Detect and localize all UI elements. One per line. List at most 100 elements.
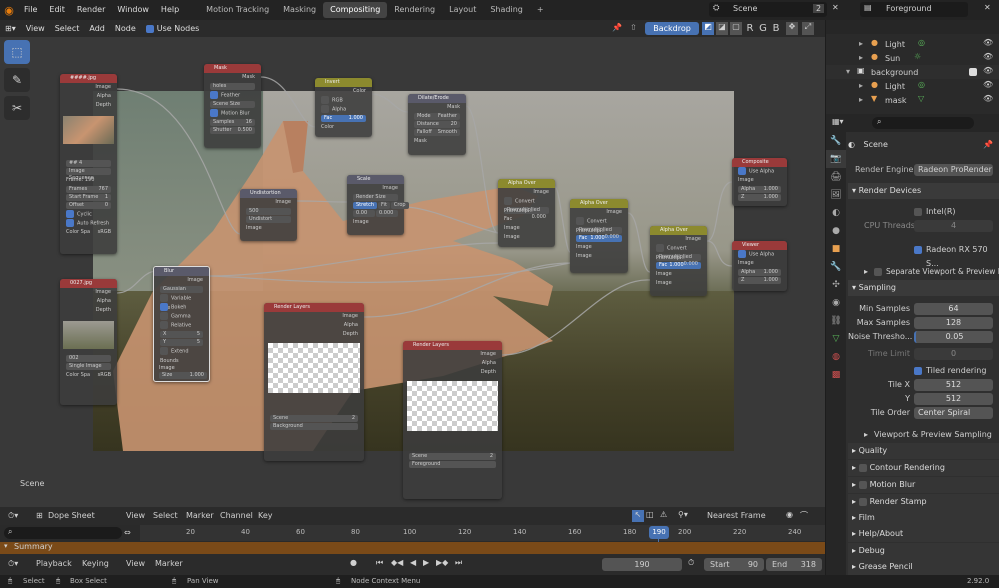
- properties-search-input[interactable]: ⌕: [872, 117, 974, 129]
- blur-node-type[interactable]: Gaussian: [160, 286, 203, 293]
- alpha-over-node-3-fac[interactable]: 1.000: [669, 262, 683, 269]
- mode-icon[interactable]: ⊞: [36, 511, 43, 520]
- backdrop-button[interactable]: Backdrop: [645, 22, 699, 35]
- composite-node-z[interactable]: 1.000: [764, 194, 778, 201]
- image-node-2-title[interactable]: 0027.jpg: [60, 279, 117, 288]
- editor-type-icon[interactable]: ⏱▾: [8, 559, 18, 569]
- render-engine-dropdown[interactable]: Radeon ProRender: [914, 164, 993, 176]
- next-keyframe-icon[interactable]: ▶◆: [436, 558, 448, 567]
- dope-sheet-mode[interactable]: Dope Sheet: [48, 511, 95, 520]
- menu-window[interactable]: Window: [111, 0, 155, 20]
- material-tab-icon[interactable]: ◍: [826, 348, 846, 366]
- scale-node-crop[interactable]: Crop: [390, 202, 409, 209]
- cut-links-tool-icon[interactable]: ✂: [4, 96, 30, 120]
- play-reverse-icon[interactable]: ◀: [410, 558, 416, 567]
- image-node-1-colorspace[interactable]: sRGB: [98, 228, 111, 237]
- view-layer-selector[interactable]: ▤ Foreground: [860, 2, 968, 17]
- image-node-1-title[interactable]: ####.jpg: [60, 74, 117, 83]
- menu-key[interactable]: Key: [258, 511, 273, 520]
- dilate-node-title[interactable]: Dilate/Erode: [408, 94, 466, 103]
- mask-node-name[interactable]: holes: [210, 83, 255, 90]
- alpha-over-node-3-title[interactable]: Alpha Over: [650, 226, 707, 235]
- invert-node-fac[interactable]: 1.000: [349, 115, 363, 122]
- pin-icon[interactable]: 📌: [612, 23, 622, 32]
- viewer-node-title[interactable]: Viewer: [732, 241, 787, 250]
- expand-icon[interactable]: ▸: [859, 39, 863, 48]
- node-editor-viewport[interactable]: ####.jpg Image Alpha Depth ## 4 Image Se…: [0, 37, 825, 507]
- mask-node-samples[interactable]: 16: [246, 119, 252, 126]
- show-hidden-icon[interactable]: ◫: [646, 510, 654, 519]
- tab-compositing[interactable]: Compositing: [323, 2, 388, 18]
- tab-shading[interactable]: Shading: [483, 2, 530, 18]
- composite-node-usealpha-checkbox[interactable]: [738, 167, 746, 175]
- alpha-over-node-1-title[interactable]: Alpha Over: [498, 179, 555, 188]
- expand-icon[interactable]: ▸: [859, 95, 863, 104]
- view-layer-close-icon[interactable]: ✕: [984, 3, 991, 12]
- blur-node-bokeh-checkbox[interactable]: [160, 303, 168, 311]
- prev-keyframe-icon[interactable]: ◆◀: [391, 558, 403, 567]
- summary-channel[interactable]: ▾ Summary: [0, 542, 825, 554]
- world-tab-icon[interactable]: ●: [826, 222, 846, 240]
- image-node-2-source[interactable]: Single Image: [66, 363, 111, 370]
- motion-blur-section[interactable]: ▸ Motion Blur: [848, 477, 999, 493]
- proportional-icon[interactable]: ◉: [786, 510, 793, 519]
- visibility-eye-icon[interactable]: 👁: [983, 66, 993, 75]
- current-frame-indicator[interactable]: 190: [649, 526, 669, 539]
- jump-end-icon[interactable]: ⏭: [455, 558, 462, 568]
- menu-add[interactable]: Add: [84, 24, 110, 33]
- current-frame-field[interactable]: 190: [602, 558, 682, 571]
- scene-close-icon[interactable]: ✕: [832, 3, 839, 12]
- outliner-row-5[interactable]: ▸ ▼ mask ▽ 👁: [826, 93, 999, 107]
- tile-x-field[interactable]: 512: [914, 379, 993, 391]
- start-frame-field[interactable]: Start 90: [704, 558, 764, 571]
- dilate-node-falloff[interactable]: Smooth: [438, 129, 457, 136]
- render-layers-node-1[interactable]: Render Layers Image Alpha Depth Scene 2 B…: [264, 303, 364, 461]
- dilate-node[interactable]: Dilate/Erode Mask Mode Feather Distance 20…: [408, 94, 466, 155]
- mask-node-title[interactable]: Mask: [204, 64, 261, 73]
- menu-select[interactable]: Select: [50, 24, 85, 33]
- render-layers-node-2-layer[interactable]: Foreground: [409, 461, 496, 468]
- invert-node[interactable]: Invert Color RGB Alpha Fac 1.000 Color: [315, 78, 372, 137]
- tiled-checkbox[interactable]: [914, 364, 925, 378]
- max-samples-field[interactable]: 128: [914, 317, 993, 329]
- render-layers-node-1-scene[interactable]: Scene: [273, 415, 288, 421]
- record-icon[interactable]: ●: [350, 558, 357, 567]
- select-box-tool-icon[interactable]: ⬚: [4, 40, 30, 64]
- end-frame-field[interactable]: End 318: [766, 558, 822, 571]
- gpu-checkbox[interactable]: [914, 243, 925, 257]
- mask-node-size[interactable]: Scene Size: [210, 101, 255, 108]
- menu-select[interactable]: Select: [153, 511, 178, 520]
- alpha-over-node-3[interactable]: Alpha Over Image Convert Premultip... Pr…: [650, 226, 707, 296]
- dilate-node-distance[interactable]: 20: [451, 121, 457, 128]
- image-node-2-name[interactable]: 002: [66, 355, 111, 362]
- alpha-over-node-2-fac[interactable]: 1.000: [590, 235, 604, 242]
- image-node-1-cyclic-checkbox[interactable]: [66, 210, 74, 218]
- backdrop-fit-icon[interactable]: ⤢: [802, 22, 814, 35]
- viewer-node[interactable]: Viewer Use Alpha Image Alpha 1.000 Z 1.000: [732, 241, 787, 291]
- scale-node-stretch[interactable]: Stretch: [353, 202, 378, 209]
- playback-menu[interactable]: Playback: [36, 559, 72, 568]
- undistortion-node-method[interactable]: Undistort: [246, 216, 291, 223]
- cpu-checkbox[interactable]: [914, 205, 925, 219]
- outliner-row-4[interactable]: ▸ ● Light ◎ 👁: [826, 79, 999, 93]
- separate-viewport-checkbox[interactable]: [874, 265, 885, 279]
- scale-node[interactable]: Scale Image Render Size Stretch Fit Crop…: [347, 175, 409, 235]
- blur-node-x[interactable]: 5: [197, 331, 200, 338]
- help-section[interactable]: ▸ Help/About: [848, 526, 999, 542]
- menu-render[interactable]: Render: [71, 0, 111, 20]
- render-layers-node-1-title[interactable]: Render Layers: [264, 303, 364, 312]
- channel-search-input[interactable]: ⌕: [4, 527, 122, 539]
- alpha-over-node-2[interactable]: Alpha Over Image Convert Premultip... Pr…: [570, 199, 628, 273]
- outliner-row-2[interactable]: ▸ ● Sun ☼ 👁: [826, 51, 999, 65]
- keying-menu[interactable]: Keying: [82, 559, 109, 568]
- channel-b-toggle[interactable]: B: [770, 22, 782, 35]
- collapse-icon[interactable]: ▾: [846, 67, 850, 76]
- min-samples-field[interactable]: 64: [914, 303, 993, 315]
- tab-layout[interactable]: Layout: [442, 2, 483, 18]
- menu-view[interactable]: View: [126, 511, 145, 520]
- viewer-node-usealpha-checkbox[interactable]: [738, 250, 746, 258]
- mask-node-shutter[interactable]: 0.500: [238, 127, 252, 134]
- menu-file[interactable]: File: [18, 0, 43, 20]
- pin-icon[interactable]: 📌: [983, 137, 993, 153]
- texture-tab-icon[interactable]: ▩: [826, 366, 846, 384]
